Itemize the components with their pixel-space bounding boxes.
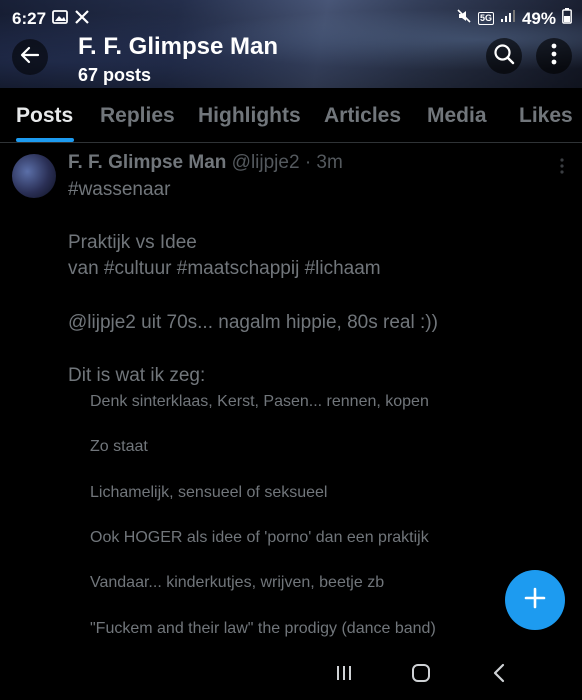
tab-posts[interactable]: Posts — [16, 104, 73, 128]
post-header: F. F. Glimpse Man @lijpje2 · 3m — [68, 152, 343, 174]
more-options-button[interactable] — [536, 38, 572, 74]
post-count: 67 posts — [78, 65, 152, 85]
compose-post-button[interactable] — [505, 570, 565, 630]
post-author-handle[interactable]: @lijpje2 — [232, 152, 300, 173]
post-list-item: Denk sinterklaas, Kerst, Pasen... rennen… — [90, 393, 429, 410]
tab-likes[interactable]: Likes — [519, 104, 573, 128]
tab-media[interactable]: Media — [427, 104, 487, 128]
home-button[interactable] — [406, 662, 436, 688]
plus-icon — [524, 587, 546, 614]
search-button[interactable] — [486, 38, 522, 74]
gallery-icon — [52, 9, 68, 30]
post-hashtag-line[interactable]: #wassenaar — [68, 179, 170, 201]
status-time: 6:27 — [12, 9, 47, 28]
post-author-name[interactable]: F. F. Glimpse Man — [68, 152, 226, 173]
post-list-item: Ook HOGER als idee of 'porno' dan een pr… — [90, 529, 429, 546]
post-text-line: Dit is wat ik zeg: — [68, 365, 206, 386]
back-icon — [492, 663, 506, 688]
status-bar: 6:27 5G 49% — [0, 0, 582, 36]
post-list-item: Zo staat — [90, 438, 148, 455]
more-vert-icon — [551, 43, 557, 70]
recents-icon — [335, 664, 353, 687]
tab-articles[interactable]: Articles — [324, 104, 401, 128]
post-mention-line[interactable]: @lijpje2 uit 70s... nagalm hippie, 80s r… — [68, 312, 438, 334]
search-icon — [493, 43, 515, 70]
post-hashtags-line[interactable]: van #cultuur #maatschappij #lichaam — [68, 258, 381, 280]
tab-highlights[interactable]: Highlights — [198, 104, 301, 128]
recents-button[interactable] — [329, 662, 359, 688]
post-more-icon[interactable] — [560, 158, 564, 179]
x-logo-icon — [74, 9, 90, 30]
signal-icon — [500, 9, 516, 28]
5g-icon: 5G — [477, 12, 494, 25]
battery-icon — [562, 8, 572, 29]
post-list-item: Vandaar... kinderkutjes, wrijven, beetje… — [90, 574, 385, 591]
post-list-item: Lichamelijk, sensueel of seksueel — [90, 484, 328, 501]
active-tab-indicator — [16, 138, 74, 142]
tab-replies[interactable]: Replies — [100, 104, 175, 128]
avatar[interactable] — [12, 154, 56, 198]
profile-tabs: Posts Replies Highlights Articles Media … — [0, 88, 582, 143]
system-navigation-bar — [0, 650, 582, 700]
mute-icon — [456, 8, 472, 29]
profile-name-title: F. F. Glimpse Man — [78, 33, 279, 60]
post-time: · 3m — [304, 152, 343, 173]
back-arrow-icon — [20, 46, 40, 69]
post-text-line: Praktijk vs Idee — [68, 232, 197, 253]
nav-back-button[interactable] — [484, 662, 514, 688]
battery-percent: 49% — [521, 8, 556, 28]
back-button[interactable] — [12, 39, 48, 75]
post-list-item: "Fuckem and their law" the prodigy (danc… — [90, 620, 436, 637]
home-icon — [411, 663, 431, 688]
